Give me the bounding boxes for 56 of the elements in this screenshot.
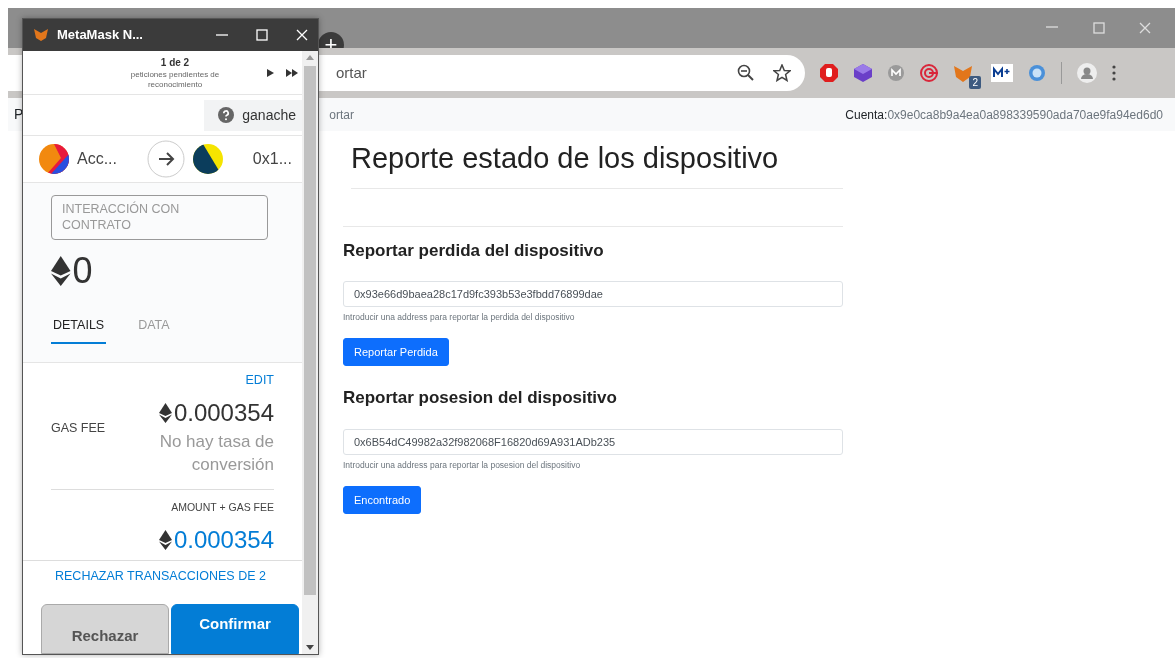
address-field[interactable]: 0x93e66d9baea28c17d9fc393b53e3fbdd76899dae — [343, 281, 843, 308]
cube-icon[interactable] — [853, 63, 873, 83]
ether-icon — [158, 403, 172, 423]
help-text: Introducir una address para reportar la posesion del dispositivo — [343, 458, 582, 472]
fox-icon — [33, 28, 49, 42]
brand-link[interactable]: P — [14, 104, 24, 125]
sender-account: Acc... — [77, 149, 118, 169]
star-icon[interactable] — [773, 64, 791, 82]
avatar-icon — [39, 144, 69, 174]
confirm-button[interactable]: Confirmar — [171, 604, 299, 654]
network-selector[interactable]: ganache — [204, 99, 302, 131]
avatar-icon — [192, 144, 223, 174]
edit-link[interactable]: EDIT — [245, 373, 274, 387]
popup-title: MetaMask N... — [57, 26, 144, 45]
m-circle-icon[interactable] — [887, 64, 905, 82]
gas-fee-label: GAS FEE — [51, 420, 106, 437]
page-title: Reporte estado de los dispositivo — [351, 141, 843, 189]
account-label: Cuenta: — [845, 107, 888, 122]
section-heading: Reportar posesion del dispositivo — [343, 388, 618, 409]
target-icon[interactable] — [919, 63, 939, 83]
section-heading: Reportar perdida del dispositivo — [343, 240, 605, 262]
stop-hand-icon[interactable] — [819, 63, 839, 83]
address-text: ortar — [336, 62, 368, 83]
next-icon[interactable] — [267, 68, 274, 77]
profile-icon[interactable] — [1076, 62, 1098, 84]
up-arrow-icon — [306, 55, 314, 60]
gas-fee-value: 0.000354 — [173, 398, 274, 428]
amount-value: 0 — [72, 248, 93, 293]
scroll-thumb[interactable] — [304, 66, 316, 595]
reject-all-link[interactable]: RECHAZAR TRANSACCIONES DE 2 — [55, 568, 266, 583]
last-icon[interactable] — [286, 68, 298, 77]
ether-icon — [51, 255, 71, 286]
ether-icon — [158, 529, 172, 550]
submit-button[interactable]: Encontrado — [343, 485, 422, 515]
menu-icon[interactable] — [1112, 65, 1116, 81]
fox-icon — [953, 64, 973, 83]
method-badge: INTERACCIÓN CON CONTRATO — [51, 195, 268, 240]
total-value: 0.000354 — [173, 524, 274, 555]
submit-button[interactable]: Reportar Perdida — [343, 337, 449, 367]
total-label: AMOUNT + GAS FEE — [51, 488, 274, 516]
conversion-note: No hay tasa de conversión — [158, 431, 274, 476]
help-text: Introducir una address para reportar la perdida del dispositivo — [343, 311, 576, 324]
help-icon — [218, 107, 235, 123]
address-field[interactable]: 0x6B54dC49982a32f982068F16820d69A931ADb235 — [343, 428, 843, 455]
reject-button[interactable]: Rechazar — [41, 604, 169, 654]
pager-caption: peticiones pendientes de reconocimiento — [129, 70, 221, 90]
plus-m-icon[interactable] — [991, 64, 1013, 82]
nav-link[interactable]: ortar — [329, 105, 355, 124]
zoom-out-icon[interactable] — [737, 64, 755, 82]
tab[interactable]: DETAILS — [51, 311, 107, 345]
badge-count: 2 — [969, 76, 981, 89]
recipient-address: 0x1... — [251, 149, 292, 169]
scrollbar[interactable] — [302, 51, 318, 654]
account-address: 0x9e0ca8b9a4ea0a898339590ada70ae9fa94ed6d0 — [887, 107, 1163, 122]
down-arrow-icon — [306, 645, 314, 650]
pager-count: 1 de 2 — [159, 56, 191, 70]
